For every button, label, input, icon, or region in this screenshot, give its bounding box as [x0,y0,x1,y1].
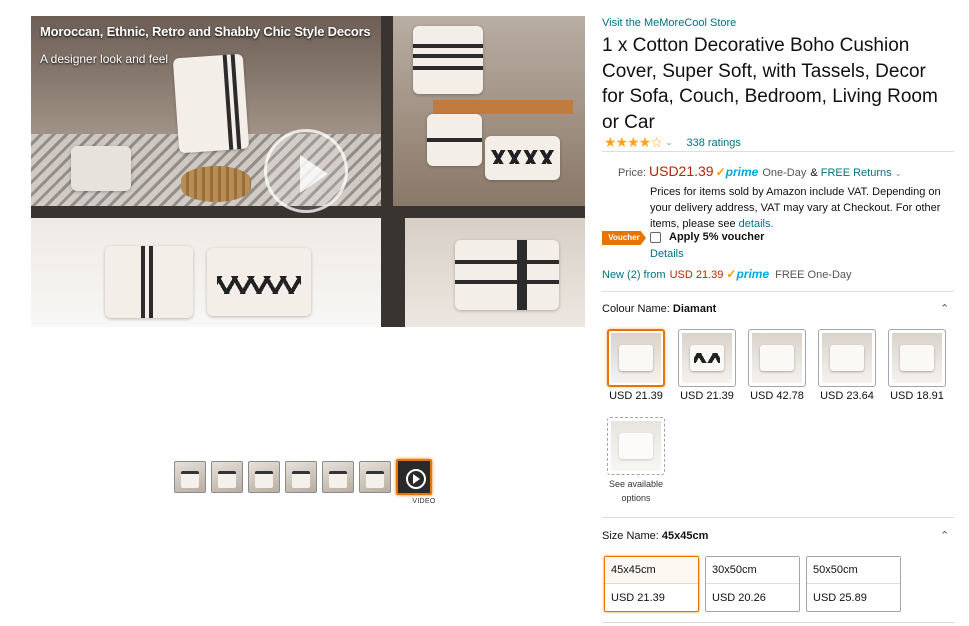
colour-swatch-4[interactable]: USD 23.64 [818,329,876,402]
rating-row: ★★★★☆ ⌄ 338 ratings [604,134,741,151]
swatch-price: USD 23.64 [820,390,874,402]
size-option-price: USD 20.26 [712,592,766,604]
size-option-name: 30x50cm [706,557,799,584]
voucher-checkbox[interactable] [650,232,661,243]
thumbnail-strip [174,459,432,495]
swatch-price: USD 21.39 [680,390,734,402]
divider [602,622,954,623]
swatch-price: USD 42.78 [750,390,804,402]
prime-badge: ✓prime [715,165,759,179]
ratings-count-link[interactable]: 338 ratings [686,137,740,149]
thumbnail-6[interactable] [359,461,391,493]
check-icon: ✓ [715,165,726,179]
image-caption-subtitle: A designer look and feel [40,52,169,66]
see-options-label: See available options [608,479,664,503]
divider [602,517,954,518]
size-option-name: 45x45cm [605,557,698,584]
voucher-badge: Voucher [602,231,646,245]
swatch-price: USD 18.91 [890,390,944,402]
main-product-image[interactable]: Moroccan, Ethnic, Retro and Shabby Chic … [31,16,585,327]
price-value: USD21.39 [649,163,714,179]
chevron-up-icon[interactable]: ⌃ [940,302,949,315]
divider [602,151,954,152]
new-from-row: New (2) from USD 21.39 ✓prime FREE One-D… [602,267,852,281]
swatch-price: USD 21.39 [609,390,663,402]
chevron-down-icon[interactable]: ⌄ [666,138,673,147]
new-offers-link[interactable]: New (2) from [602,269,666,281]
size-option-price: USD 25.89 [813,592,867,604]
size-option-50x50[interactable]: 50x50cm USD 25.89 [806,556,901,612]
size-option-name: 50x50cm [807,557,900,584]
thumbnail-1[interactable] [174,461,206,493]
price-row: Price: USD21.39 ✓prime One-Day & FREE Re… [618,163,901,179]
check-icon: ✓ [726,267,737,281]
size-option-price: USD 21.39 [611,592,665,604]
thumbnail-3[interactable] [248,461,280,493]
colour-swatch-3[interactable]: USD 42.78 [748,329,806,402]
colour-name-heading: Colour Name: Diamant [602,303,717,315]
video-thumbnail-label: VIDEO [412,498,436,505]
play-icon [300,155,328,193]
play-video-button[interactable] [264,129,348,213]
colour-swatch-5[interactable]: USD 18.91 [888,329,946,402]
new-offers-price: USD 21.39 [669,269,724,281]
see-available-options[interactable]: See available options [607,417,665,505]
product-title: 1 x Cotton Decorative Boho Cushion Cover… [602,35,938,133]
size-selected-value: 45x45cm [661,530,709,542]
colour-selected-value: Diamant [672,303,717,315]
size-option-45x45[interactable]: 45x45cm USD 21.39 [604,556,699,612]
size-name-heading: Size Name: 45x45cm [602,530,709,542]
colour-swatch-1[interactable]: USD 21.39 [607,329,665,402]
voucher-text: Apply 5% voucher [669,231,765,243]
new-offers-delivery: FREE One-Day [775,269,852,281]
free-returns-link[interactable]: FREE Returns ⌄ [821,167,902,179]
thumbnail-5[interactable] [322,461,354,493]
chevron-up-icon[interactable]: ⌃ [940,529,949,542]
star-rating-icon[interactable]: ★★★★☆ [604,134,663,151]
price-label: Price: [618,167,647,179]
chevron-down-icon: ⌄ [894,169,902,178]
play-icon [406,469,426,489]
lifestyle-photo-chair [405,218,585,327]
thumbnail-video[interactable] [396,459,432,495]
lifestyle-photo-stool [393,16,585,206]
store-link[interactable]: Visit the MeMoreCool Store [602,17,736,29]
colour-swatch-2[interactable]: USD 21.39 [678,329,736,402]
vat-details-link[interactable]: details. [739,218,774,230]
size-option-30x50[interactable]: 30x50cm USD 20.26 [705,556,800,612]
divider [602,291,954,292]
thumbnail-2[interactable] [211,461,243,493]
prime-badge: ✓prime [726,267,770,281]
vat-note: Prices for items sold by Amazon include … [650,186,941,230]
thumbnail-4[interactable] [285,461,317,493]
lifestyle-photo-sofa [31,218,381,327]
delivery-speed: One-Day [762,167,807,179]
image-caption-title: Moroccan, Ethnic, Retro and Shabby Chic … [40,24,371,39]
amp-separator: & [810,167,818,179]
voucher-details-link[interactable]: Details [650,248,684,260]
